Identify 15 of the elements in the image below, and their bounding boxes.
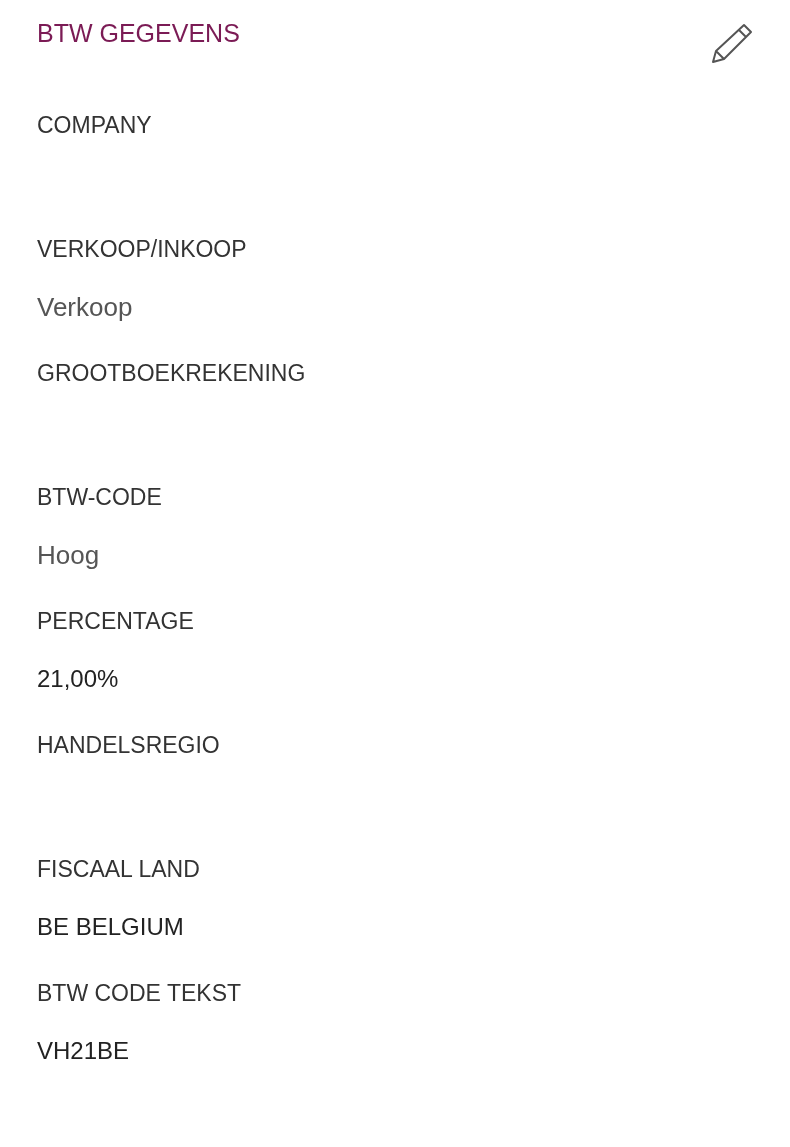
field-label: VERKOOP/INKOOP [37,235,247,264]
field-value: VH21BE [37,1036,130,1066]
field-label: HANDELSREGIO [37,731,220,760]
field-value: Verkoop [37,291,133,323]
field-label: BTW-CODE [37,483,162,512]
field-label: BTW CODE TEKST [37,979,242,1008]
field-value: BE BELGIUM [37,912,184,942]
field-value: 21,00% [37,664,119,694]
field-label: COMPANY [37,111,152,140]
section-title: BTW GEGEVENS [37,18,240,49]
field-value: Hoog [37,539,100,571]
field-label: FISCAAL LAND [37,855,200,884]
field-label: GROOTBOEKREKENING [37,359,306,388]
edit-icon[interactable] [711,21,755,65]
field-label: PERCENTAGE [37,607,194,636]
